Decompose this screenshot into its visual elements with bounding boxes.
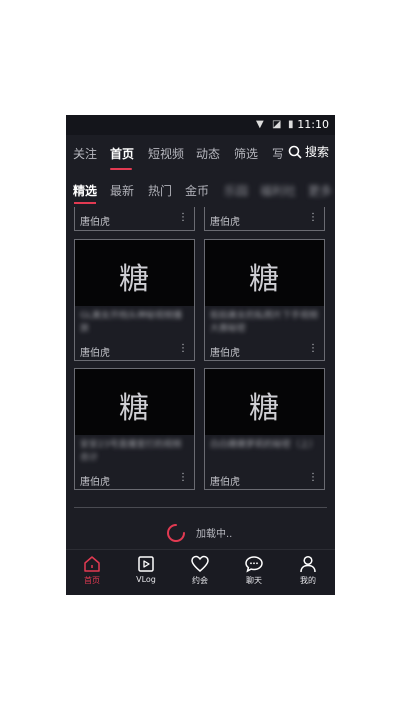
subtab-blurred[interactable]: 福利社 bbox=[260, 182, 296, 199]
video-thumbnail[interactable]: 糖 bbox=[205, 369, 324, 435]
tab-home[interactable]: 首页 bbox=[110, 145, 134, 162]
tab-bar-vlog[interactable]: VLog bbox=[126, 554, 166, 584]
tab-bar-label: VLog bbox=[136, 575, 156, 584]
card-author: 唐伯虎 bbox=[210, 348, 240, 359]
card-author: 唐伯虎 bbox=[80, 348, 110, 359]
search-icon bbox=[288, 145, 302, 159]
tab-follow[interactable]: 关注 bbox=[73, 145, 97, 162]
tab-filter[interactable]: 筛选 bbox=[234, 145, 258, 162]
brand-logo: 糖 bbox=[119, 262, 149, 297]
subtab-coins[interactable]: 金币 bbox=[185, 182, 209, 199]
tab-bar-label: 我的 bbox=[300, 576, 316, 585]
tab-short-video[interactable]: 短视频 bbox=[148, 145, 184, 162]
card-author: 唐伯虎 bbox=[210, 477, 240, 488]
loading-spinner-icon bbox=[167, 524, 185, 542]
loading-indicator: 加载中.. bbox=[66, 520, 335, 544]
search-label: 搜索 bbox=[304, 145, 329, 159]
card-title[interactable]: 白白嫩嫩萝莉的秘密（上） bbox=[210, 439, 318, 452]
tab-feed[interactable]: 动态 bbox=[196, 145, 220, 162]
person-icon bbox=[300, 555, 316, 573]
card-author: 唐伯虎 bbox=[210, 217, 240, 228]
video-card[interactable]: 糖 街拍美女的私照片下手视频大赛秘密 唐伯虎 ⋮ bbox=[204, 239, 325, 361]
active-subtab-underline bbox=[74, 202, 96, 204]
status-time: 11:10 bbox=[297, 118, 329, 131]
card-author: 唐伯虎 bbox=[80, 477, 110, 488]
no-sim-icon: ◪ bbox=[272, 119, 282, 130]
subtab-blurred[interactable]: 乐园 bbox=[224, 182, 248, 199]
search-button[interactable]: 搜索 bbox=[284, 143, 329, 160]
video-thumbnail[interactable]: 糖 bbox=[205, 240, 324, 306]
subtab-hot[interactable]: 热门 bbox=[148, 182, 172, 199]
battery-icon: ▮ bbox=[288, 119, 294, 130]
tab-bar-dating[interactable]: 约会 bbox=[180, 554, 220, 586]
subtab-blurred[interactable]: 更多 bbox=[308, 182, 332, 199]
brand-logo: 糖 bbox=[249, 391, 279, 426]
top-nav: 关注 首页 短视频 动态 筛选 写 搜索 bbox=[66, 137, 335, 170]
video-card[interactable]: 糖 安安23号直播室打的视频合计 唐伯虎 ⋮ bbox=[74, 368, 195, 490]
heart-icon bbox=[191, 555, 209, 572]
tab-bar-label: 约会 bbox=[192, 576, 208, 585]
phone-screen: ▼ ◪ ▮ 11:10 关注 首页 短视频 动态 筛选 写 搜索 精选 最新 热… bbox=[66, 115, 335, 595]
wifi-icon: ▼ bbox=[256, 119, 264, 130]
tab-bar-label: 聊天 bbox=[246, 576, 262, 585]
brand-logo: 糖 bbox=[249, 262, 279, 297]
home-icon bbox=[84, 556, 100, 572]
tab-bar-label: 首页 bbox=[84, 576, 100, 585]
subtab-featured[interactable]: 精选 bbox=[73, 182, 97, 199]
video-card[interactable]: 糖 GL美女开档头神秘视频播放 唐伯虎 ⋮ bbox=[74, 239, 195, 361]
tab-write[interactable]: 写 bbox=[272, 145, 284, 162]
card-title[interactable]: GL美女开档头神秘视频播放 bbox=[80, 310, 188, 336]
more-options-icon[interactable]: ⋮ bbox=[178, 343, 188, 354]
more-options-icon[interactable]: ⋮ bbox=[178, 472, 188, 483]
loading-text: 加载中.. bbox=[196, 529, 233, 540]
more-options-icon[interactable]: ⋮ bbox=[308, 343, 318, 354]
card-author: 唐伯虎 bbox=[80, 217, 110, 228]
sub-nav: 精选 最新 热门 金币 乐园 福利社 更多 bbox=[66, 175, 335, 205]
bottom-tab-bar: 首页 VLog 约会 聊天 我的 bbox=[66, 549, 335, 595]
video-card[interactable]: 唐伯虎 ⋮ bbox=[74, 207, 195, 231]
tab-bar-home[interactable]: 首页 bbox=[72, 554, 112, 586]
more-options-icon[interactable]: ⋮ bbox=[178, 212, 188, 223]
brand-logo: 糖 bbox=[119, 391, 149, 426]
vlog-play-icon bbox=[138, 556, 154, 572]
card-title[interactable]: 安安23号直播室打的视频合计 bbox=[80, 439, 188, 465]
more-options-icon[interactable]: ⋮ bbox=[308, 212, 318, 223]
status-bar: ▼ ◪ ▮ 11:10 bbox=[66, 115, 335, 135]
subtab-latest[interactable]: 最新 bbox=[110, 182, 134, 199]
video-card[interactable]: 唐伯虎 ⋮ bbox=[204, 207, 325, 231]
list-divider bbox=[74, 507, 327, 508]
video-thumbnail[interactable]: 糖 bbox=[75, 369, 194, 435]
tab-bar-chat[interactable]: 聊天 bbox=[234, 554, 274, 586]
chat-icon bbox=[245, 556, 263, 573]
video-thumbnail[interactable]: 糖 bbox=[75, 240, 194, 306]
active-tab-underline bbox=[110, 168, 132, 170]
video-card[interactable]: 糖 白白嫩嫩萝莉的秘密（上） 唐伯虎 ⋮ bbox=[204, 368, 325, 490]
tab-bar-profile[interactable]: 我的 bbox=[288, 554, 328, 586]
card-title[interactable]: 街拍美女的私照片下手视频大赛秘密 bbox=[210, 310, 318, 336]
more-options-icon[interactable]: ⋮ bbox=[308, 472, 318, 483]
